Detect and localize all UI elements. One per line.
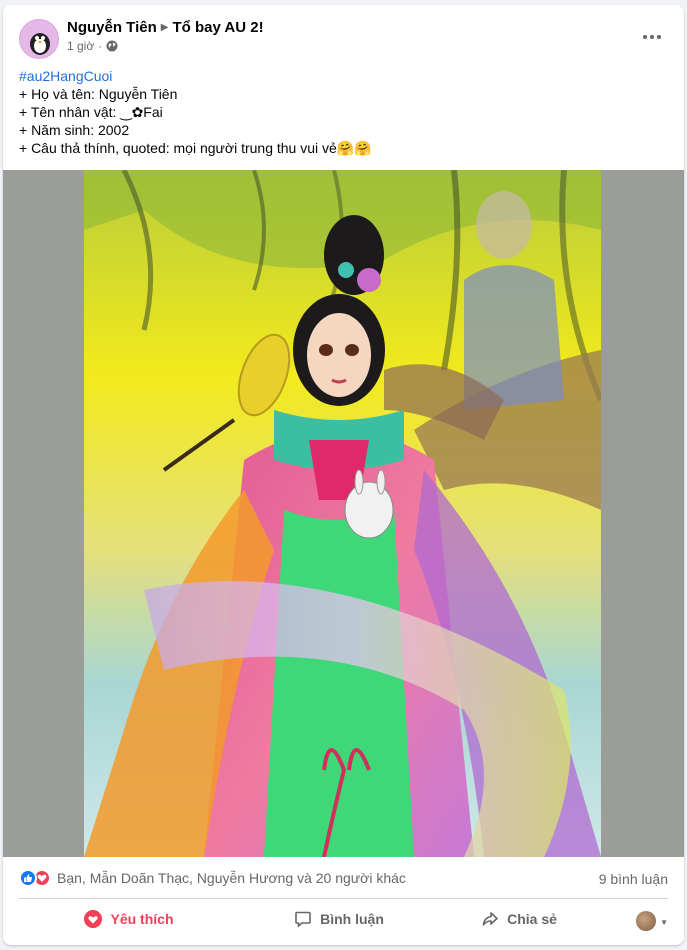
author-name[interactable]: Nguyễn Tiên — [67, 19, 157, 36]
post-actions: Yêu thích Bình luận Chia sẻ ▼ — [3, 901, 684, 941]
artwork-illustration — [84, 170, 601, 857]
like-button[interactable]: Yêu thích — [19, 901, 239, 937]
post-line-character: + Tên nhân vật: ‿✿Fai — [19, 104, 163, 120]
hashtag-link[interactable]: #au2HangCuoi — [19, 67, 669, 85]
comments-count[interactable]: 9 bình luận — [599, 871, 668, 887]
post-meta: 1 giờ · — [67, 39, 118, 53]
post-line-quote: + Câu thả thính, quoted: mọi người trung… — [19, 140, 372, 156]
share-button[interactable]: Chia sẻ — [439, 901, 599, 937]
group-name[interactable]: Tổ bay AU 2! — [172, 19, 263, 36]
share-icon — [482, 912, 498, 926]
post-card: Nguyễn Tiên ▶ Tổ bay AU 2! 1 giờ · #au2Han… — [3, 5, 684, 945]
like-label: Yêu thích — [110, 911, 174, 927]
chevron-down-icon[interactable]: ▼ — [660, 918, 668, 927]
love-icon — [84, 910, 103, 928]
comment-label: Bình luận — [320, 911, 384, 927]
post-header: Nguyễn Tiên ▶ Tổ bay AU 2! 1 giờ · — [3, 5, 684, 65]
actions-divider — [19, 898, 668, 899]
reaction-summary[interactable]: Bạn, Mẫn Doãn Thạc, Nguyễn Hương và 20 n… — [19, 869, 406, 887]
share-label: Chia sẻ — [507, 911, 557, 927]
globe-icon — [106, 40, 118, 52]
comment-icon — [295, 911, 311, 928]
like-icon — [19, 869, 37, 887]
caret-right-icon: ▶ — [160, 22, 169, 33]
post-stats: Bạn, Mẫn Doãn Thạc, Nguyễn Hương và 20 n… — [3, 857, 684, 897]
post-text: #au2HangCuoi + Họ và tên: Nguyễn Tiên + … — [19, 67, 669, 157]
author-avatar[interactable] — [19, 19, 59, 59]
post-line-name: + Họ và tên: Nguyễn Tiên — [19, 86, 178, 102]
post-line-birth-year: + Năm sinh: 2002 — [19, 122, 130, 138]
post-title: Nguyễn Tiên ▶ Tổ bay AU 2! — [67, 19, 264, 36]
reactions-text[interactable]: Bạn, Mẫn Doãn Thạc, Nguyễn Hương và 20 n… — [57, 870, 406, 886]
post-image[interactable] — [3, 170, 684, 857]
post-time[interactable]: 1 giờ — [67, 39, 94, 53]
more-options-icon[interactable] — [634, 25, 670, 49]
audience-avatar[interactable] — [636, 911, 656, 931]
comment-button[interactable]: Bình luận — [239, 901, 439, 937]
